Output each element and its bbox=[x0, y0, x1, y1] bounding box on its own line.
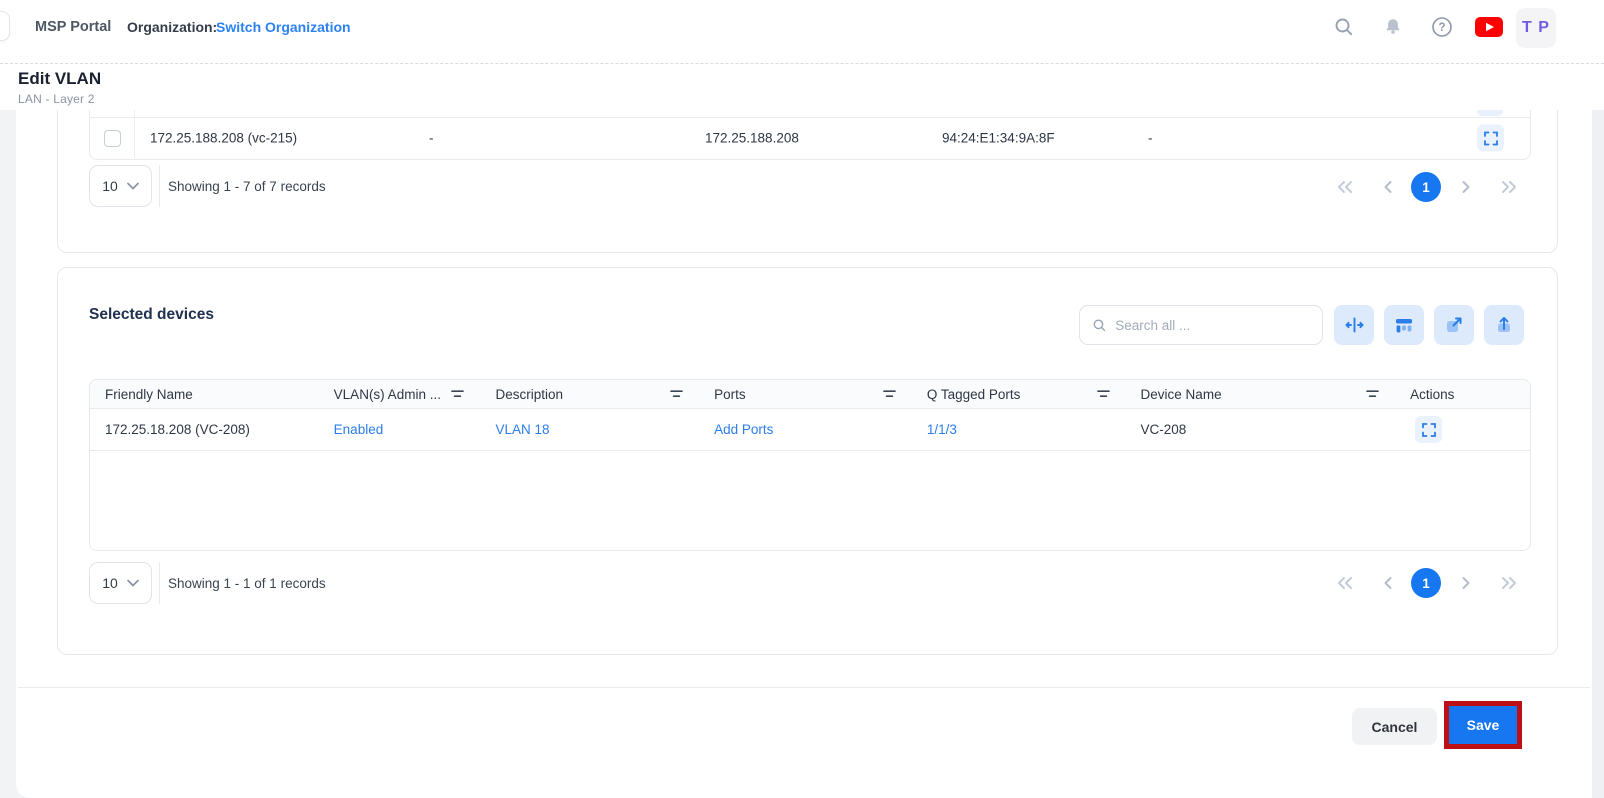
col-header-q-tagged-ports[interactable]: Q Tagged Ports bbox=[912, 380, 1126, 408]
filter-icon[interactable] bbox=[883, 389, 896, 399]
expand-icon[interactable] bbox=[1477, 125, 1504, 152]
pagination-summary: Showing 1 - 7 of 7 records bbox=[168, 179, 326, 194]
table-columns-icon[interactable] bbox=[1384, 305, 1424, 345]
clipped-checkbox-cell bbox=[90, 110, 135, 118]
col-header-friendly-name[interactable]: Friendly Name bbox=[90, 380, 319, 408]
row-checkbox[interactable] bbox=[104, 130, 121, 147]
left-gutter bbox=[0, 64, 16, 798]
col-header-description[interactable]: Description bbox=[480, 380, 699, 408]
col-header-vlan-admin[interactable]: VLAN(s) Admin ... bbox=[319, 380, 481, 408]
top-nav-bar: MSP Portal Organization: Switch Organiza… bbox=[0, 0, 1604, 64]
sidebar-collapsed-notch[interactable] bbox=[0, 11, 10, 41]
col-header-device-name[interactable]: Device Name bbox=[1126, 380, 1396, 408]
export-upload-icon[interactable] bbox=[1484, 305, 1524, 345]
footer-divider bbox=[18, 687, 1590, 688]
clipped-expand-icon bbox=[1477, 110, 1503, 116]
save-button[interactable]: Save bbox=[1449, 706, 1517, 744]
open-external-icon[interactable] bbox=[1434, 305, 1474, 345]
cell-friendly-name: 172.25.18.208 (VC-208) bbox=[90, 422, 319, 437]
next-page-icon[interactable] bbox=[1452, 173, 1480, 201]
cell-friendly-name: 172.25.188.208 (vc-215) bbox=[150, 131, 297, 146]
current-page-button[interactable]: 1 bbox=[1411, 172, 1441, 202]
devices-card: 172.25.188.208 (vc-215) - 172.25.188.208… bbox=[57, 110, 1558, 253]
app-brand: MSP Portal bbox=[35, 19, 111, 35]
devices-table-clipped-row bbox=[90, 110, 1530, 118]
first-page-icon[interactable] bbox=[1330, 173, 1358, 201]
next-page-icon[interactable] bbox=[1452, 569, 1480, 597]
page-size-value: 10 bbox=[102, 575, 118, 591]
vertical-scrollbar[interactable] bbox=[1592, 110, 1604, 798]
devices-table: 172.25.188.208 (vc-215) - 172.25.188.208… bbox=[89, 110, 1531, 160]
page-size-select[interactable]: 10 bbox=[89, 165, 152, 207]
expand-icon[interactable] bbox=[1415, 416, 1442, 443]
search-icon bbox=[1092, 317, 1107, 334]
col-header-actions: Actions bbox=[1395, 380, 1530, 408]
page-size-select[interactable]: 10 bbox=[89, 562, 152, 604]
panel-bottom-corner bbox=[16, 778, 46, 798]
cell-mac-address: 94:24:E1:34:9A:8F bbox=[942, 131, 1055, 146]
cell-vlan-admin: - bbox=[429, 131, 434, 146]
cell-ip-address: 172.25.188.208 bbox=[705, 131, 799, 146]
pagination-divider bbox=[159, 165, 160, 207]
page-header: Edit VLAN LAN - Layer 2 bbox=[0, 64, 1592, 110]
last-page-icon[interactable] bbox=[1495, 569, 1523, 597]
cell-add-ports-link[interactable]: Add Ports bbox=[699, 422, 912, 437]
svg-text:?: ? bbox=[1438, 22, 1445, 34]
cell-q-tagged-ports-link[interactable]: 1/1/3 bbox=[912, 422, 1126, 437]
selected-devices-table: Friendly Name VLAN(s) Admin ... Descript… bbox=[89, 379, 1531, 551]
breadcrumb: LAN - Layer 2 bbox=[18, 92, 95, 106]
search-icon[interactable] bbox=[1332, 15, 1356, 39]
pagination-divider bbox=[159, 562, 160, 604]
pagination-summary: Showing 1 - 1 of 1 records bbox=[168, 576, 326, 591]
chevron-down-icon bbox=[127, 579, 139, 587]
cell-extra: - bbox=[1148, 131, 1153, 146]
prev-page-icon[interactable] bbox=[1374, 173, 1402, 201]
current-page-button[interactable]: 1 bbox=[1411, 568, 1441, 598]
save-button-highlight: Save bbox=[1444, 701, 1522, 749]
search-all-box bbox=[1079, 305, 1323, 345]
cell-device-name: VC-208 bbox=[1126, 422, 1396, 437]
page-size-value: 10 bbox=[102, 178, 118, 194]
help-icon[interactable]: ? bbox=[1430, 15, 1454, 39]
notifications-bell-icon[interactable] bbox=[1381, 15, 1405, 39]
organization-label: Organization: bbox=[127, 19, 217, 35]
prev-page-icon[interactable] bbox=[1374, 569, 1402, 597]
row-checkbox-cell bbox=[90, 118, 135, 158]
organization-link[interactable]: Switch Organization bbox=[216, 19, 351, 35]
cell-description-link[interactable]: VLAN 18 bbox=[480, 422, 699, 437]
user-avatar[interactable]: T P bbox=[1516, 8, 1556, 48]
filter-icon[interactable] bbox=[670, 389, 683, 399]
cancel-button[interactable]: Cancel bbox=[1352, 708, 1437, 745]
search-input[interactable] bbox=[1115, 318, 1310, 333]
filter-icon[interactable] bbox=[1366, 389, 1379, 399]
cell-actions bbox=[1395, 416, 1530, 443]
last-page-icon[interactable] bbox=[1495, 173, 1523, 201]
chevron-down-icon bbox=[127, 182, 139, 190]
youtube-icon[interactable] bbox=[1475, 17, 1503, 42]
filter-icon[interactable] bbox=[1097, 389, 1110, 399]
filter-icon[interactable] bbox=[451, 389, 464, 399]
edit-vlan-page: MSP Portal Organization: Switch Organiza… bbox=[0, 0, 1604, 798]
selected-devices-title: Selected devices bbox=[89, 306, 214, 324]
col-header-ports[interactable]: Ports bbox=[699, 380, 912, 408]
cell-vlan-admin-link[interactable]: Enabled bbox=[319, 422, 481, 437]
table-row: 172.25.18.208 (VC-208) Enabled VLAN 18 A… bbox=[90, 409, 1530, 451]
table-header-row: Friendly Name VLAN(s) Admin ... Descript… bbox=[90, 380, 1530, 409]
selected-devices-card: Selected devices Friendly Name VLAN(s) A… bbox=[57, 267, 1558, 655]
page-title: Edit VLAN bbox=[18, 69, 101, 89]
first-page-icon[interactable] bbox=[1330, 569, 1358, 597]
table-row: 172.25.188.208 (vc-215) - 172.25.188.208… bbox=[90, 118, 1530, 158]
resize-columns-icon[interactable] bbox=[1334, 305, 1374, 345]
